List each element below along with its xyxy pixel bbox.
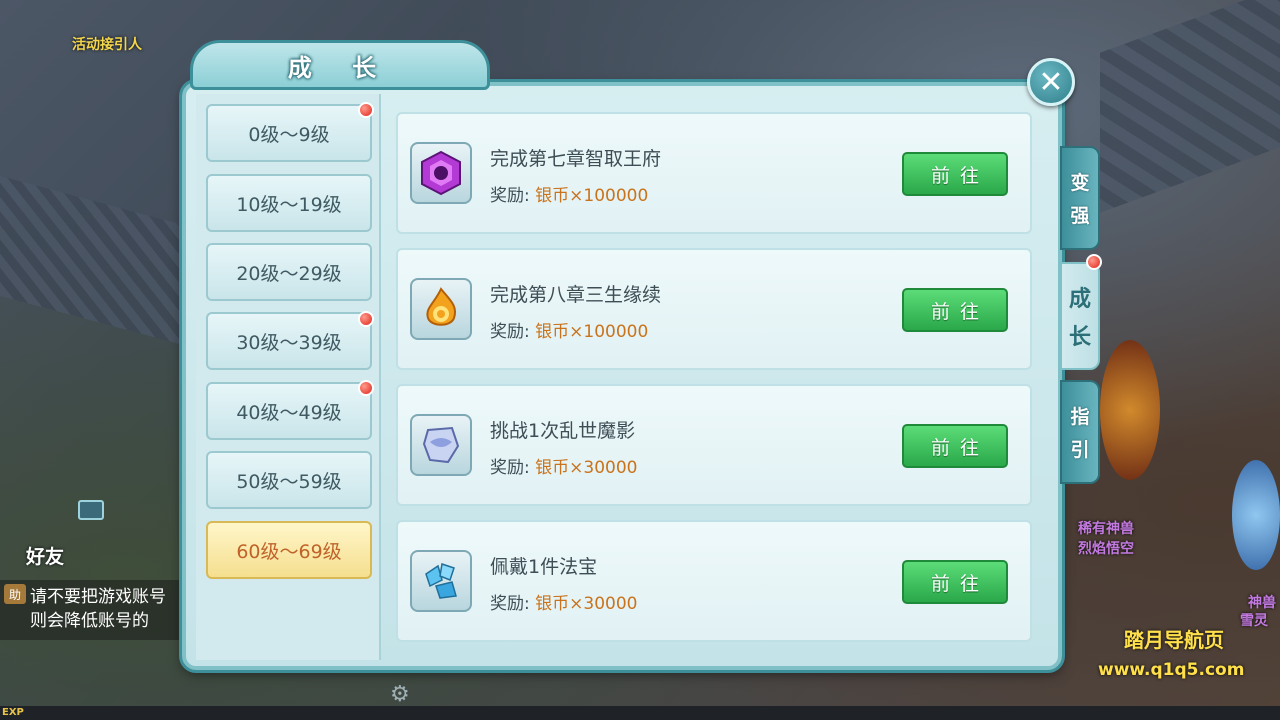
reward-label: 奖励: bbox=[490, 458, 530, 478]
tab-growth[interactable]: 成 长 bbox=[1060, 262, 1100, 370]
reward-label: 奖励: bbox=[490, 594, 530, 614]
level-tab-label: 50级～59级 bbox=[236, 470, 342, 493]
npc-label-snow-spirit[interactable]: 雪灵 bbox=[1240, 610, 1268, 630]
panel-title-bar: 成 长 bbox=[190, 40, 490, 90]
reward-label: 奖励: bbox=[490, 322, 530, 342]
reward-label: 奖励: bbox=[490, 186, 530, 206]
tab-strengthen[interactable]: 变 强 bbox=[1060, 146, 1100, 250]
task-card: 完成第七章智取王府 奖励: 银币×100000 前往 bbox=[396, 112, 1032, 234]
task-title: 佩戴1件法宝 bbox=[490, 556, 598, 578]
task-card: 挑战1次乱世魔影 奖励: 银币×30000 前往 bbox=[396, 384, 1032, 506]
chat-message-line2: 则会降低账号的 bbox=[30, 611, 149, 631]
exp-bar bbox=[0, 706, 1280, 720]
chat-message-line1: 请不要把游戏账号 bbox=[30, 587, 166, 607]
notification-dot bbox=[358, 311, 374, 327]
task-title: 完成第八章三生缘续 bbox=[490, 284, 662, 306]
reward-value: 银币×30000 bbox=[535, 458, 638, 478]
level-tab-label: 60级～69级 bbox=[236, 540, 342, 563]
close-button[interactable]: ✕ bbox=[1027, 58, 1075, 106]
level-tab-30-39[interactable]: 30级～39级 bbox=[206, 312, 372, 370]
npc-label-divine-beast[interactable]: 神兽 bbox=[1248, 592, 1276, 612]
notification-dot bbox=[358, 102, 374, 118]
panel-title: 成 长 bbox=[287, 52, 393, 82]
close-icon: ✕ bbox=[1038, 64, 1064, 100]
task-title: 完成第七章智取王府 bbox=[490, 148, 662, 170]
notification-dot bbox=[358, 380, 374, 396]
silver-ore-icon bbox=[410, 414, 472, 476]
level-tab-60-69[interactable]: 60级～69级 bbox=[206, 521, 372, 579]
npc-label-rare-beast[interactable]: 稀有神兽 bbox=[1078, 518, 1134, 538]
npc-label-flame-wukong[interactable]: 烈焰悟空 bbox=[1078, 538, 1134, 558]
background-roof-right bbox=[1100, 0, 1280, 213]
reward-value: 银币×30000 bbox=[535, 594, 638, 614]
task-card: 完成第八章三生缘续 奖励: 银币×100000 前往 bbox=[396, 248, 1032, 370]
task-title: 挑战1次乱世魔影 bbox=[490, 420, 636, 442]
level-tab-label: 10级～19级 bbox=[236, 193, 342, 216]
npc-label-event-guide[interactable]: 活动接引人 bbox=[72, 34, 142, 54]
chat-channel-tag: 助 bbox=[4, 584, 26, 604]
settings-gear-icon[interactable]: ⚙ bbox=[390, 682, 410, 707]
task-reward: 奖励: 银币×30000 bbox=[490, 453, 637, 478]
background-roof-left bbox=[0, 175, 180, 345]
tab-label-top: 指 bbox=[1070, 406, 1090, 428]
go-button[interactable]: 前往 bbox=[902, 560, 1008, 604]
tab-label-bottom: 引 bbox=[1070, 439, 1090, 461]
level-tab-label: 0级～9级 bbox=[248, 123, 330, 146]
mail-icon[interactable] bbox=[78, 500, 104, 520]
exp-label: EXP bbox=[2, 707, 24, 718]
level-tab-label: 40级～49级 bbox=[236, 401, 342, 424]
purple-gem-icon bbox=[410, 142, 472, 204]
task-card: 佩戴1件法宝 奖励: 银币×30000 前往 bbox=[396, 520, 1032, 642]
notification-dot bbox=[1086, 254, 1102, 270]
level-tab-label: 20级～29级 bbox=[236, 262, 342, 285]
level-tab-label: 30级～39级 bbox=[236, 331, 342, 354]
task-reward: 奖励: 银币×100000 bbox=[490, 317, 648, 342]
tab-label-top: 变 bbox=[1070, 172, 1090, 194]
tab-label-bottom: 强 bbox=[1070, 205, 1090, 227]
level-tab-0-9[interactable]: 0级～9级 bbox=[206, 104, 372, 162]
level-tab-50-59[interactable]: 50级～59级 bbox=[206, 451, 372, 509]
reward-value: 银币×100000 bbox=[535, 186, 649, 206]
task-reward: 奖励: 银币×30000 bbox=[490, 589, 637, 614]
tab-guide[interactable]: 指 引 bbox=[1060, 380, 1100, 484]
level-tab-20-29[interactable]: 20级～29级 bbox=[206, 243, 372, 301]
friends-button[interactable]: 好友 bbox=[26, 542, 64, 569]
orange-flame-icon bbox=[410, 278, 472, 340]
level-tab-10-19[interactable]: 10级～19级 bbox=[206, 174, 372, 232]
blue-crystal-icon bbox=[410, 550, 472, 612]
npc-sprite-far-right[interactable] bbox=[1232, 460, 1280, 570]
task-reward: 奖励: 银币×100000 bbox=[490, 181, 648, 206]
npc-sprite-right[interactable] bbox=[1100, 340, 1160, 480]
go-button[interactable]: 前往 bbox=[902, 288, 1008, 332]
reward-value: 银币×100000 bbox=[535, 322, 649, 342]
tab-label-bottom: 长 bbox=[1068, 325, 1091, 350]
watermark-url: www.q1q5.com bbox=[1098, 660, 1245, 680]
watermark-title: 踏月导航页 bbox=[1124, 628, 1224, 652]
go-button[interactable]: 前往 bbox=[902, 152, 1008, 196]
level-tab-40-49[interactable]: 40级～49级 bbox=[206, 382, 372, 440]
go-button[interactable]: 前往 bbox=[902, 424, 1008, 468]
level-list: 0级～9级 10级～19级 20级～29级 30级～39级 40级～49级 50… bbox=[196, 94, 381, 660]
tab-label-top: 成 bbox=[1068, 287, 1091, 312]
